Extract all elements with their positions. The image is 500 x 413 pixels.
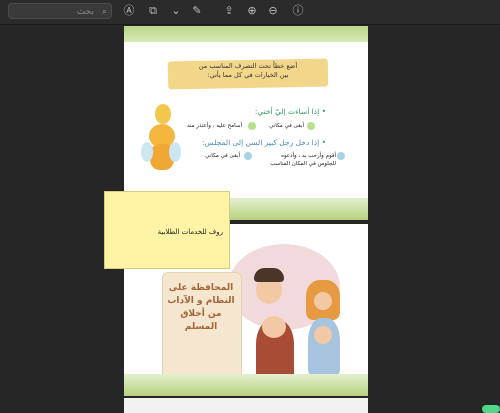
share-icon[interactable]: ⧉ [146,4,160,18]
boy-face [262,316,286,338]
title-line-1: أضع خطاً تحت التصرف المناسب من [198,62,298,70]
option-marker [244,152,252,160]
bee-illustration [141,104,181,174]
q2-option-1-line1: أقوم وأرحب به ، وأدعوه [281,153,336,159]
export-icon[interactable]: ⇪ [222,4,236,18]
q1-option-2: أسامح عليه ، وأعتذر منه [186,123,242,129]
pen-icon[interactable]: ✎ [190,4,204,18]
question-2: • إذا دخل رجل كبير السن إلى المجلس: [202,138,326,147]
question-1: • إذا أساءت إليّ أختي: [254,107,326,116]
page-title: أضع خطاً تحت التصرف المناسب من بين الخيا… [168,62,328,80]
chevron-down-icon[interactable]: ⌄ [169,4,183,18]
lesson-title-line1: المحافظة على [168,283,234,293]
father-hair [254,268,284,282]
option-marker [307,122,315,130]
sticky-note[interactable]: روف للخدمات الطلابية [104,191,230,269]
search-icon: ⌕ [101,7,107,17]
mother-face [314,292,332,310]
q2-option-1-line2: للجلوس في المكان المناسب [270,161,336,167]
toolbar: بحث ⌕ Ⓐ ⧉ ⌄ ✎ ⇪ ⊕ ⊖ ⓘ [0,0,500,25]
lesson-title-line2: النظام و الآداب [167,296,235,306]
search-field[interactable]: بحث ⌕ [8,3,112,19]
annotate-icon[interactable]: Ⓐ [122,4,136,18]
document-page-3-edge [124,398,368,413]
zoom-in-icon[interactable]: ⊕ [245,4,259,18]
grass-decoration [124,26,368,42]
option-marker [248,122,256,130]
search-placeholder: بحث [76,7,94,17]
sticky-note-text: روف للخدمات الطلابية [157,228,223,236]
girl-face [314,326,332,344]
lesson-title-line4: المسلم [184,322,218,332]
info-icon[interactable]: ⓘ [291,4,305,18]
title-line-2: بين الخيارات في كل مما يأتي: [207,71,289,79]
lesson-title: المحافظة على النظام و الآداب من أخلاق ال… [162,282,240,334]
lightbulb-icon [155,104,171,124]
option-marker [337,152,345,160]
q2-option-2: أبقى في مكاني [205,153,240,159]
lesson-title-line3: من أخلاق [180,309,222,319]
q2-option-1: أقوم وأرحب به ، وأدعوه للجلوس في المكان … [270,152,336,168]
zoom-out-icon[interactable]: ⊖ [266,4,280,18]
grass-decoration [124,374,368,396]
status-badge [482,405,500,413]
q1-option-1: أبقى في مكاني [269,123,304,129]
